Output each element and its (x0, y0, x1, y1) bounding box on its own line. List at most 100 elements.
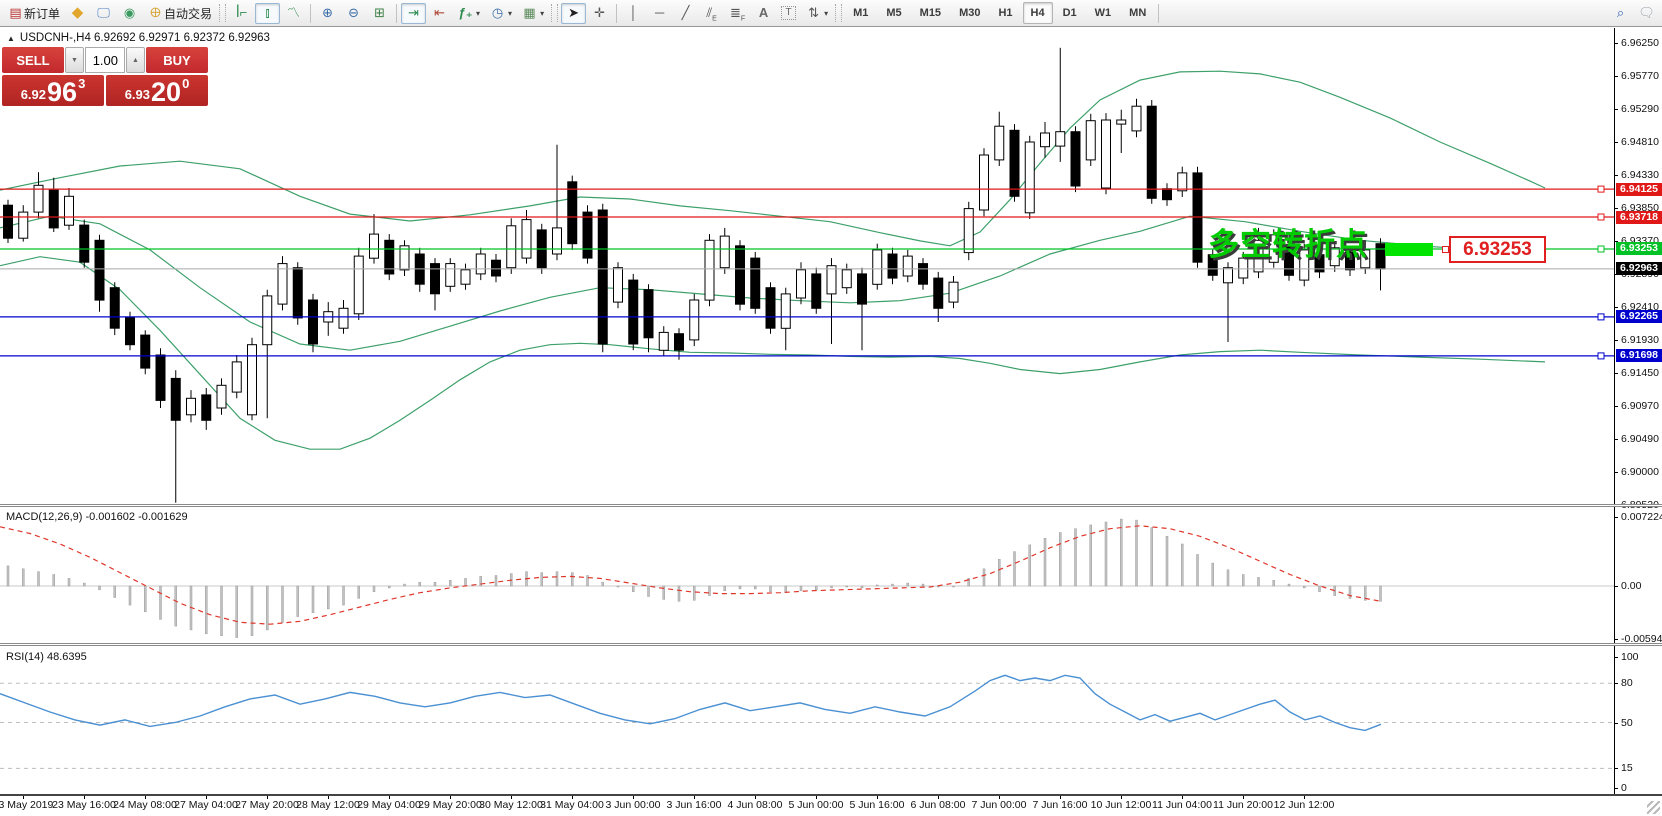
annotation-highlight-rect[interactable] (1385, 243, 1433, 256)
volume-input[interactable]: 1.00 (85, 47, 125, 73)
new-order-button[interactable]: ▤ 新订单 (3, 3, 64, 24)
buy-button[interactable]: BUY (146, 47, 208, 73)
timeframe-button-W1[interactable]: W1 (1087, 2, 1120, 24)
macd-axis-tick (1614, 586, 1618, 587)
chart-shift-icon: ⇤ (431, 5, 448, 21)
crosshair-tool-button[interactable]: ✛ (587, 3, 612, 24)
horizontal-line-tool-button[interactable]: ─ (647, 3, 672, 24)
volume-increase-button[interactable]: ▲ (126, 47, 145, 73)
chart-annotation-text[interactable]: 多空转折点 (1208, 219, 1368, 264)
chevron-down-icon: ▾ (540, 9, 544, 18)
toolbar-grip[interactable] (835, 4, 842, 22)
templates-button[interactable]: ▦▾ (517, 3, 548, 24)
zoom-out-icon: ⊖ (345, 5, 362, 21)
fibonacci-tool-button[interactable]: ≣F (725, 3, 750, 24)
timeframe-button-M30[interactable]: M30 (951, 2, 988, 24)
time-axis-label: 11 Jun 20:00 (1213, 799, 1273, 811)
one-click-trading-panel: SELL ▼ 1.00 ▲ BUY 6.92 96 3 6.93 20 0 (2, 47, 208, 106)
zoom-in-button[interactable]: ⊕ (315, 3, 340, 24)
timeframe-button-M1[interactable]: M1 (845, 2, 876, 24)
tile-windows-icon: ⊞ (371, 5, 388, 21)
chart-shift-button[interactable]: ⇤ (427, 3, 452, 24)
candle-chart-mode-button[interactable]: ⫾ (255, 3, 280, 24)
collapse-header-icon[interactable]: ▲ (7, 34, 15, 43)
tile-windows-button[interactable]: ⊞ (367, 3, 392, 24)
timeframe-button-M15[interactable]: M15 (912, 2, 949, 24)
cursor-icon: ➤ (565, 5, 582, 21)
rsi-indicator-label: RSI(14) 48.6395 (6, 651, 87, 663)
price-tick-label: 6.94810 (1621, 136, 1659, 148)
price-tick-label: 6.90970 (1621, 400, 1659, 412)
current-price-badge: 6.92963 (1616, 262, 1662, 275)
timeframe-button-MN[interactable]: MN (1121, 2, 1154, 24)
timeframe-button-H1[interactable]: H1 (990, 2, 1020, 24)
text-label-tool-button[interactable]: T (777, 3, 800, 24)
trendline-tool-button[interactable]: ╱ (673, 3, 698, 24)
price-tick-label: 6.90490 (1621, 433, 1659, 445)
time-axis[interactable]: 23 May 201923 May 16:0024 May 08:0027 Ma… (0, 796, 1662, 816)
price-callout-label[interactable]: 6.93253 (1449, 236, 1546, 263)
auto-scroll-button[interactable]: ⇥ (401, 3, 426, 24)
rsi-tick-label: 100 (1621, 651, 1639, 663)
timeframe-button-D1[interactable]: D1 (1055, 2, 1085, 24)
horizontal-line-icon: ─ (651, 5, 668, 21)
toolbar-grip[interactable] (551, 4, 558, 22)
line-chart-mode-button[interactable]: 〽 (281, 3, 306, 24)
text-tool-button[interactable]: A (751, 3, 776, 24)
text-icon: A (755, 5, 772, 21)
channel-tool-button[interactable]: ⫽E (699, 3, 724, 24)
cursor-tool-button[interactable]: ➤ (561, 3, 586, 24)
chevron-down-icon: ▾ (824, 9, 828, 18)
search-button[interactable]: ⌕ (1608, 3, 1633, 24)
macd-plot[interactable] (0, 507, 1614, 644)
timeframe-button-H4[interactable]: H4 (1023, 2, 1053, 24)
sell-price-small: 6.92 (21, 87, 46, 102)
time-axis-label: 10 Jun 12:00 (1091, 799, 1152, 811)
indicators-button[interactable]: ƒ₊▾ (453, 3, 484, 24)
price-axis-tick (1614, 43, 1618, 44)
pane-divider[interactable] (0, 643, 1662, 646)
auto-trading-button[interactable]: 🜨 自动交易 (143, 3, 216, 24)
rsi-axis-tick (1614, 683, 1618, 684)
arrows-tool-button[interactable]: ⇅▾ (801, 3, 832, 24)
bar-chart-icon: ꟾ⌐ (233, 5, 250, 21)
price-tick-label: 6.95290 (1621, 103, 1659, 115)
price-tick-label: 6.91930 (1621, 334, 1659, 346)
toolbar-grip[interactable] (219, 4, 226, 22)
time-axis-label: 7 Jun 16:00 (1033, 799, 1088, 811)
vertical-line-tool-button[interactable]: │ (621, 3, 646, 24)
community-chat-button[interactable]: 🗨 (1634, 3, 1659, 24)
text-label-icon: T (781, 6, 796, 20)
toolbar: ▤ 新订单 ◆ 🖵 ◉ 🜨 自动交易 ꟾ⌐ ⫾ 〽 ⊕ ⊖ ⊞ ⇥ ⇤ ƒ₊▾ … (0, 0, 1662, 27)
time-axis-label: 4 Jun 08:00 (728, 799, 783, 811)
time-axis-label: 29 May 04:00 (357, 799, 421, 811)
metaquotes-icon: ◆ (69, 5, 86, 21)
signals-button[interactable]: ◉ (117, 3, 142, 24)
sell-quote[interactable]: 6.92 96 3 (2, 75, 104, 106)
timeframe-button-M5[interactable]: M5 (878, 2, 909, 24)
buy-price-small: 6.93 (125, 87, 150, 102)
buy-quote[interactable]: 6.93 20 0 (106, 75, 208, 106)
rsi-plot[interactable] (0, 646, 1614, 796)
rsi-tick-label: 15 (1621, 762, 1633, 774)
rsi-axis-tick (1614, 723, 1618, 724)
time-axis-label: 3 Jun 16:00 (667, 799, 722, 811)
candles-group (4, 48, 1386, 503)
resize-grip-icon[interactable] (1647, 801, 1660, 814)
time-axis-label: 31 May 04:00 (540, 799, 604, 811)
pane-divider[interactable] (0, 504, 1662, 507)
metaquotes-button[interactable]: ◆ (65, 3, 90, 24)
periods-button[interactable]: ◷▾ (485, 3, 516, 24)
sell-button[interactable]: SELL (2, 47, 64, 73)
price-tick-label: 6.96250 (1621, 37, 1659, 49)
time-axis-label: 29 May 20:00 (418, 799, 482, 811)
candlestick-icon: ⫾ (259, 5, 276, 21)
symbol-ohlc-text: USDCNH-,H4 6.92692 6.92971 6.92372 6.929… (20, 32, 270, 44)
bar-chart-mode-button[interactable]: ꟾ⌐ (229, 3, 254, 24)
zoom-out-button[interactable]: ⊖ (341, 3, 366, 24)
volume-decrease-button[interactable]: ▼ (65, 47, 84, 73)
market-button[interactable]: 🖵 (91, 3, 116, 24)
candlestick-plot[interactable] (0, 28, 1614, 505)
indicators-icon: ƒ₊ (457, 5, 474, 21)
buy-price-sup: 0 (182, 76, 189, 91)
